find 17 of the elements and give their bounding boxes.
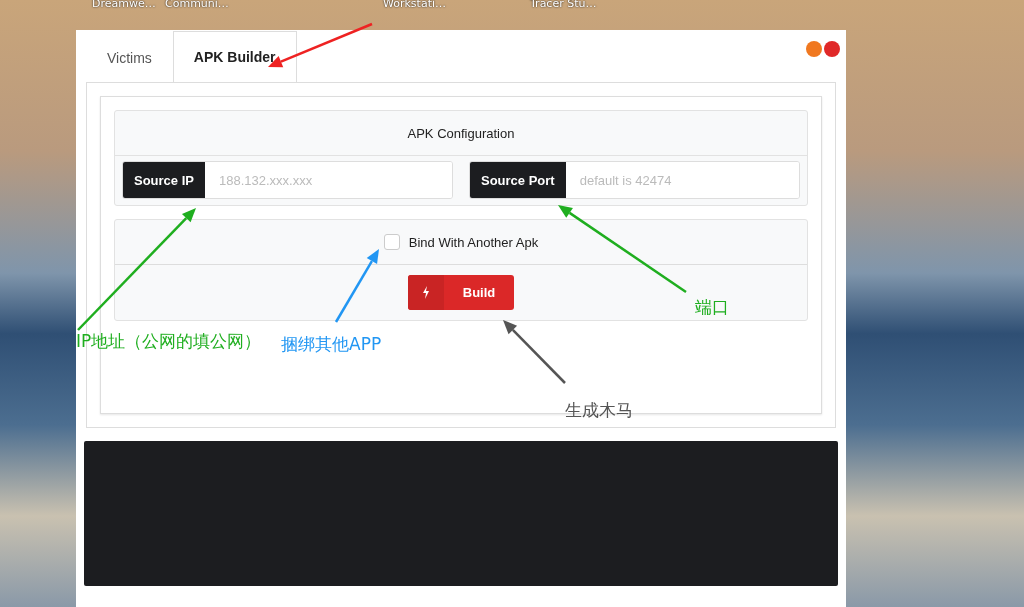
- bind-checkbox[interactable]: [383, 234, 400, 250]
- lightning-icon: [422, 286, 430, 299]
- annotation-text: IP地址（公网的填公网）: [76, 330, 262, 353]
- field-label: Source IP: [123, 162, 205, 198]
- field-label: Source Port: [470, 162, 566, 198]
- annotation-text: 端口: [695, 296, 729, 319]
- input-field[interactable]: Source IP 188.132.xxx.xxx: [122, 161, 453, 199]
- annotation-text: 捆绑其他APP: [281, 333, 382, 356]
- arrow: [503, 320, 566, 384]
- input-field[interactable]: Source Port default is 42474: [469, 161, 800, 199]
- build-button[interactable]: Build: [408, 275, 514, 310]
- config-title: APK Configuration: [115, 111, 807, 156]
- close-dot[interactable]: [824, 41, 840, 57]
- annotation-text: 生成木马: [565, 399, 633, 422]
- tab[interactable]: APK Builder: [172, 31, 297, 83]
- minimize-dot[interactable]: [806, 41, 822, 57]
- checkbox-label: Bind With Another Apk: [408, 234, 539, 250]
